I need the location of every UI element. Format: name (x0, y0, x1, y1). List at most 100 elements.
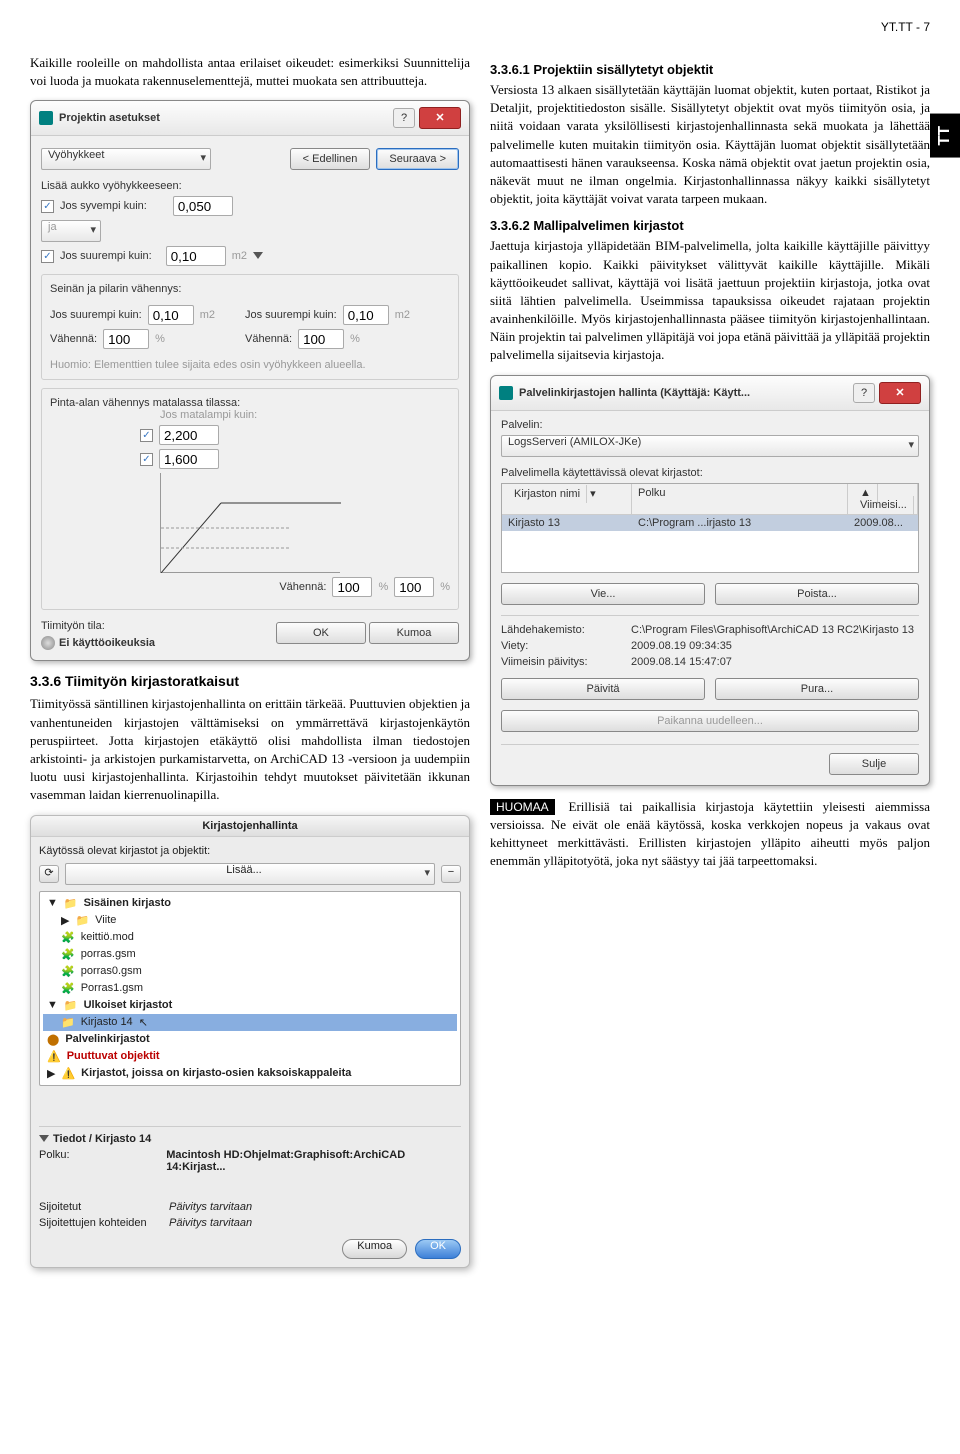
heading-3362: 3.3.6.2 Mallipalvelimen kirjastot (490, 218, 930, 233)
mac-sub: Käytössä olevat kirjastot ja objektit: (39, 845, 461, 857)
lbl-tiimityon-tila: Tiimityön tila: (41, 620, 155, 632)
poista-button[interactable]: Poista... (715, 583, 919, 605)
tree-item: keittiö.mod (43, 929, 457, 946)
th-nimi[interactable]: Kirjaston nimi ▾ (502, 484, 632, 514)
chevron-down-icon[interactable] (253, 252, 263, 260)
huomaa-badge: HUOMAA (490, 799, 555, 815)
tree-item: ▼Sisäinen kirjasto (43, 895, 457, 912)
help-button[interactable]: ? (393, 108, 415, 128)
lbl-viimeisin: Viimeisin päivitys: (501, 656, 631, 668)
para-3362: Jaettuja kirjastoja ylläpidetään BIM-pal… (490, 237, 930, 364)
lisaa-dropdown[interactable]: Lisää... (65, 863, 435, 885)
tree-item: Porras1.gsm (43, 980, 457, 997)
tree-label: Puuttuvat objektit (67, 1050, 160, 1062)
remove-icon[interactable]: − (441, 865, 461, 883)
ok-button[interactable]: OK (276, 622, 366, 644)
tree-item: Puuttuvat objektit (43, 1048, 457, 1065)
input-h1[interactable] (159, 425, 219, 445)
lbl-vah-bottom: Vähennä: (279, 581, 326, 593)
tree-label: Palvelinkirjastot (65, 1033, 149, 1045)
tree-item: ▶Viite (43, 912, 457, 929)
input-su-right[interactable] (343, 305, 389, 325)
lbl-syvempi: Jos syvempi kuin: (60, 200, 147, 212)
vie-button[interactable]: Vie... (501, 583, 705, 605)
para-3361: Versiosta 13 alkaen sisällytetään käyttä… (490, 81, 930, 208)
chk-suurempi[interactable]: ✓ (41, 250, 54, 263)
library-tree[interactable]: ▼Sisäinen kirjasto ▶Viite keittiö.mod po… (39, 891, 461, 1086)
mac-ok-button[interactable]: OK (415, 1239, 461, 1259)
lbl-polku: Polku: (39, 1149, 166, 1173)
input-vah-left[interactable] (103, 329, 149, 349)
status-text: Ei käyttöoikeuksia (59, 637, 155, 649)
chevron-down-icon[interactable] (39, 1135, 49, 1143)
input-su-left[interactable] (148, 305, 194, 325)
input-vah-b2[interactable] (394, 577, 434, 597)
close-button[interactable]: ✕ (879, 382, 921, 404)
unit-m2-right: m2 (395, 309, 410, 321)
chk-h1[interactable]: ✓ (140, 429, 153, 442)
logic-select[interactable]: ja (41, 220, 101, 242)
tab-select[interactable]: Vyöhykkeet (41, 148, 211, 170)
pinta-ala-group: Pinta-alan vähennys matalassa tilassa: J… (41, 388, 459, 610)
tt-side-tab: TT (930, 114, 960, 158)
tree-item: ⬤Palvelinkirjastot (43, 1031, 457, 1048)
lbl-lahde: Lähdehakemisto: (501, 624, 631, 636)
unit-pct-right: % (350, 333, 360, 345)
tree-item: ▶Kirjastot, joissa on kirjasto-osien kak… (43, 1065, 457, 1082)
input-vah-right[interactable] (298, 329, 344, 349)
tree-item: porras.gsm (43, 946, 457, 963)
val-sij: Päivitys tarvitaan (169, 1201, 252, 1213)
input-suurempi[interactable] (166, 246, 226, 266)
lbl-su-left: Jos suurempi kuin: (50, 309, 142, 321)
val-lahde: C:\Program Files\Graphisoft\ArchiCAD 13 … (631, 624, 914, 636)
chk-h2[interactable]: ✓ (140, 453, 153, 466)
input-vah-b1[interactable] (332, 577, 372, 597)
tree-label: porras.gsm (81, 948, 136, 960)
mac-kumoa-button[interactable]: Kumoa (342, 1239, 407, 1259)
lbl-avail: Palvelimella käytettävissä olevat kirjas… (501, 467, 919, 479)
tree-label: Viite (95, 914, 116, 926)
cursor-icon: ↖ (139, 1016, 148, 1029)
val-viimeisin: 2009.08.14 15:47:07 (631, 656, 732, 668)
kumoa-button[interactable]: Kumoa (369, 622, 459, 644)
help-button[interactable]: ? (853, 383, 875, 403)
chk-syvempi[interactable]: ✓ (41, 200, 54, 213)
projektin-asetukset-dialog: Projektin asetukset ? ✕ Vyöhykkeet < Ede… (30, 100, 470, 661)
input-syvempi[interactable] (173, 196, 233, 216)
server-select[interactable]: LogsServeri (AMILOX-JKe) (501, 435, 919, 457)
lbl-suurempi: Jos suurempi kuin: (60, 250, 152, 262)
th-polku[interactable]: Polku (632, 484, 848, 514)
close-button[interactable]: ✕ (419, 107, 461, 129)
huomio-text: Huomio: Elementtien tulee sijaita edes o… (50, 359, 450, 371)
input-h2[interactable] (159, 449, 219, 469)
tree-label: Porras1.gsm (81, 982, 143, 994)
seina-pilari-group: Seinän ja pilarin vähennys: Jos suurempi… (41, 274, 459, 380)
dialog-title: Projektin asetukset (59, 112, 393, 124)
lbl-pinta-ala: Pinta-alan vähennys matalassa tilassa: (50, 397, 450, 409)
huomaa-note: HUOMAA Erillisiä tai paikallisia kirjast… (490, 798, 930, 871)
unit-m2-left: m2 (200, 309, 215, 321)
tree-label: Kirjasto 14 (81, 1016, 133, 1028)
lbl-su-right: Jos suurempi kuin: (245, 309, 337, 321)
paikanna-button[interactable]: Paikanna uudelleen... (501, 710, 919, 732)
refresh-icon[interactable]: ⟳ (39, 865, 59, 883)
mac-title: Kirjastojenhallinta (31, 816, 469, 837)
pct-b1: % (378, 581, 388, 593)
status-icon (41, 636, 55, 650)
lbl-seina-pilari: Seinän ja pilarin vähennys: (50, 283, 450, 295)
next-button[interactable]: Seuraava > (376, 148, 459, 170)
val-viety: 2009.08.19 09:34:35 (631, 640, 732, 652)
pura-button[interactable]: Pura... (715, 678, 919, 700)
tiedot-header: Tiedot / Kirjasto 14 (53, 1133, 151, 1145)
dialog-title: Palvelinkirjastojen hallinta (Käyttäjä: … (519, 387, 853, 399)
lbl-sijk: Sijoitettujen kohteiden (39, 1217, 169, 1229)
server-libs-list[interactable]: Kirjaston nimi ▾ Polku ▲ Viimeisi... Kir… (501, 483, 919, 573)
sulje-button[interactable]: Sulje (829, 753, 919, 775)
paivita-button[interactable]: Päivitä (501, 678, 705, 700)
tree-label: Kirjastot, joissa on kirjasto-osien kaks… (81, 1067, 351, 1079)
lbl-vah-left: Vähennä: (50, 333, 97, 345)
intro-paragraph: Kaikille rooleille on mahdollista antaa … (30, 54, 470, 90)
prev-button[interactable]: < Edellinen (290, 148, 371, 170)
tree-item: ▼Ulkoiset kirjastot (43, 997, 457, 1014)
th-viim[interactable]: ▲ Viimeisi... (848, 484, 918, 514)
